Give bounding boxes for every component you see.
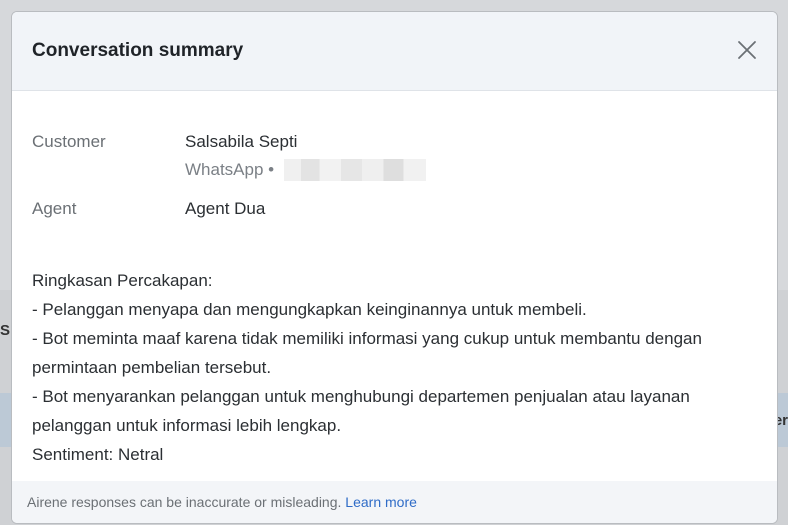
summary-line: - Bot meminta maaf karena tidak memiliki… <box>32 329 702 377</box>
summary-text: Ringkasan Percakapan: - Pelanggan menyap… <box>32 266 752 469</box>
redacted-phone-number <box>284 159 426 181</box>
customer-label: Customer <box>32 132 106 151</box>
modal-title: Conversation summary <box>32 40 244 61</box>
modal-footer: Airene responses can be inaccurate or mi… <box>12 481 777 523</box>
conversation-summary-modal: Conversation summary Customer Salsabila … <box>11 11 778 524</box>
close-icon <box>738 41 756 59</box>
agent-name: Agent Dua <box>185 199 266 218</box>
summary-line: - Pelanggan menyapa dan mengungkapkan ke… <box>32 300 587 319</box>
footer-disclaimer-row: Airene responses can be inaccurate or mi… <box>27 494 417 510</box>
close-button[interactable] <box>735 38 759 62</box>
background-text-left: S <box>0 322 11 339</box>
summary-line: Ringkasan Percakapan: <box>32 271 213 290</box>
learn-more-link[interactable]: Learn more <box>345 494 417 510</box>
summary-line: Sentiment: Netral <box>32 445 164 464</box>
modal-header: Conversation summary <box>12 12 777 91</box>
summary-line: - Bot menyarankan pelanggan untuk menghu… <box>32 387 690 435</box>
agent-label: Agent <box>32 199 77 218</box>
customer-name: Salsabila Septi <box>185 132 298 151</box>
customer-channel: WhatsApp • <box>185 160 275 179</box>
footer-disclaimer: Airene responses can be inaccurate or mi… <box>27 494 342 510</box>
